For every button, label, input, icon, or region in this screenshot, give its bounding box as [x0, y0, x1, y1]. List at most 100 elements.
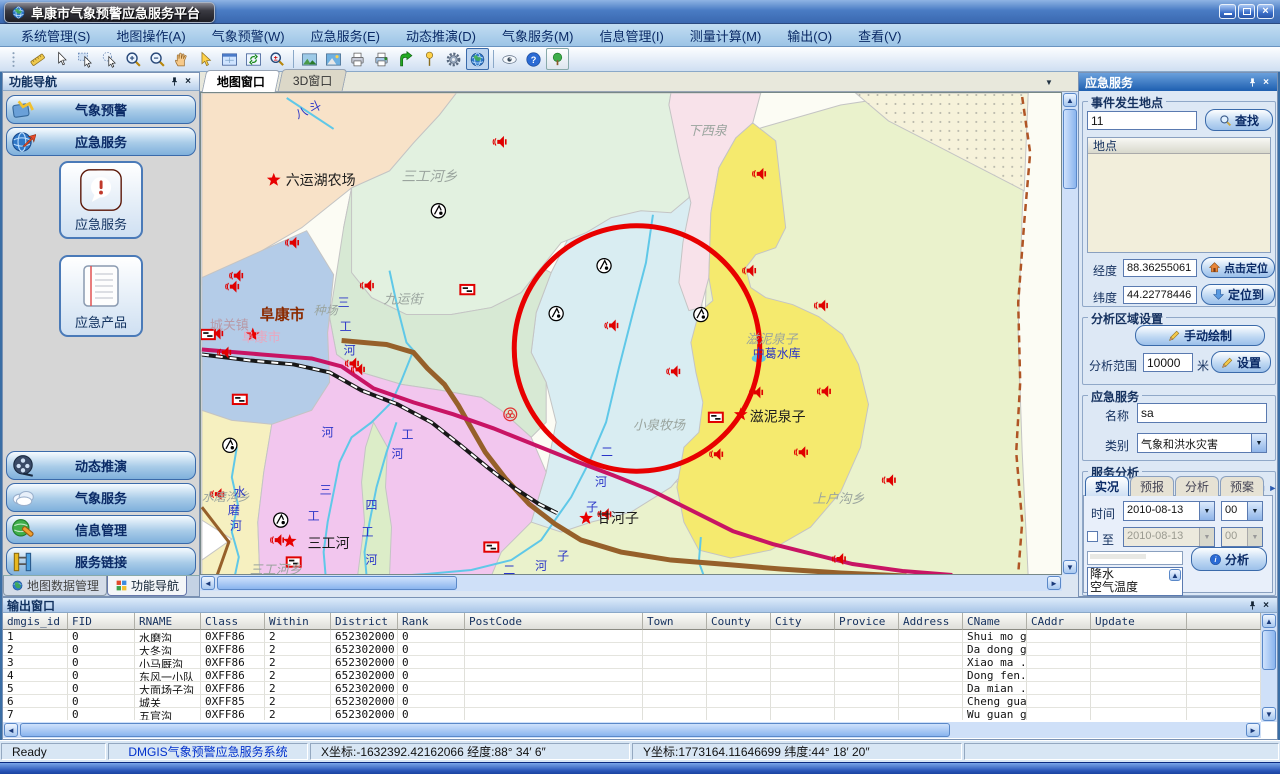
analyze-button[interactable]: 分析 — [1191, 547, 1267, 571]
sidebar-group-service-links[interactable]: 服务链接 — [6, 547, 196, 576]
close-icon[interactable]: × — [1259, 76, 1273, 89]
select-cursor-2-button[interactable] — [98, 48, 121, 70]
close-icon[interactable]: × — [181, 75, 195, 88]
column-header[interactable]: PostCode — [465, 613, 643, 630]
map-vertical-scrollbar[interactable]: ▲ ▼ — [1062, 92, 1078, 575]
column-header[interactable]: CName — [963, 613, 1027, 630]
pointer-button[interactable] — [194, 48, 217, 70]
pin-icon[interactable] — [1245, 76, 1259, 89]
placemark-button[interactable] — [418, 48, 441, 70]
column-header[interactable]: FID — [68, 613, 135, 630]
tab-预案[interactable]: 预案 — [1220, 476, 1264, 496]
table-row[interactable]: 60城关0XFF8526523020000Cheng guan — [3, 695, 1261, 708]
green-arrow-button[interactable] — [394, 48, 417, 70]
table-row[interactable]: 50大面场子沟0XFF8626523020000Da mian ... — [3, 682, 1261, 695]
table-row[interactable]: 70五官沟0XFF8626523020000Wu guan gou — [3, 708, 1261, 720]
locate-to-button[interactable]: 定位到 — [1201, 284, 1275, 305]
column-header[interactable]: Address — [899, 613, 963, 630]
scrollbar-thumb[interactable] — [1063, 109, 1077, 189]
eye-visibility-button[interactable] — [498, 48, 521, 70]
sidebar-group-weather-warning[interactable]: 气象预警 — [6, 95, 196, 124]
column-header[interactable]: Provice — [835, 613, 899, 630]
output-horizontal-scrollbar[interactable]: ◄ ► — [3, 722, 1261, 738]
longitude-field[interactable] — [1123, 259, 1197, 277]
scroll-left-icon[interactable]: ◄ — [201, 576, 215, 590]
chevron-down-icon[interactable]: ▼ — [1199, 502, 1214, 520]
menu-item[interactable]: 输出(O) — [774, 23, 845, 48]
column-header[interactable]: Class — [201, 613, 265, 630]
column-header[interactable]: CAddr — [1027, 613, 1091, 630]
service-type-select[interactable]: 气象和洪水灾害 ▼ — [1137, 433, 1267, 453]
tab-实况[interactable]: 实况 — [1085, 476, 1129, 496]
column-header[interactable]: RNAME — [135, 613, 201, 630]
menu-item[interactable]: 气象服务(M) — [489, 23, 587, 48]
minimize-button[interactable] — [1219, 4, 1236, 19]
map-tab-3d[interactable]: 3D窗口 — [278, 69, 348, 91]
column-header[interactable]: Within — [265, 613, 331, 630]
service-name-input[interactable] — [1137, 403, 1267, 423]
print-button[interactable] — [346, 48, 369, 70]
hour-to-select[interactable]: 00 ▼ — [1221, 527, 1263, 547]
pin-icon[interactable] — [167, 75, 181, 88]
export-map-button[interactable] — [322, 48, 345, 70]
full-extent-button[interactable] — [218, 48, 241, 70]
map-tab-dropdown-icon[interactable]: ▼ — [1042, 76, 1056, 89]
help-button[interactable] — [522, 48, 545, 70]
close-icon[interactable]: × — [1259, 599, 1273, 612]
menu-item[interactable]: 地图操作(A) — [103, 23, 198, 48]
scroll-up-icon[interactable]: ▲ — [1169, 569, 1181, 581]
menu-item[interactable]: 信息管理(I) — [587, 23, 677, 48]
marquee-select-button[interactable] — [74, 48, 97, 70]
sidebar-group-emergency-service[interactable]: 应急服务 — [6, 127, 196, 156]
tab-预报[interactable]: 预报 — [1130, 476, 1174, 496]
menu-item[interactable]: 应急服务(E) — [298, 23, 393, 48]
map-horizontal-scrollbar[interactable]: ◄ ► — [200, 575, 1062, 591]
date-to-select[interactable]: 2010-08-13 ▼ — [1123, 527, 1215, 547]
restore-button[interactable] — [1238, 4, 1255, 19]
export-image-button[interactable] — [298, 48, 321, 70]
menu-item[interactable]: 测量计算(M) — [677, 23, 775, 48]
column-header[interactable]: District — [331, 613, 398, 630]
latitude-field[interactable] — [1123, 286, 1197, 304]
tab-map-data-management[interactable]: 地图数据管理 — [3, 576, 107, 596]
scroll-right-icon[interactable]: ► — [1047, 576, 1061, 590]
column-header[interactable]: dmgis_id — [3, 613, 68, 630]
sidebar-group-dynamic-deduction[interactable]: 动态推演 — [6, 451, 196, 480]
select-cursor-button[interactable] — [50, 48, 73, 70]
column-header[interactable]: Rank — [398, 613, 465, 630]
globe-3d-button[interactable] — [466, 48, 489, 70]
column-header[interactable]: Town — [643, 613, 707, 630]
manual-draw-button[interactable]: 手动绘制 — [1135, 325, 1265, 346]
menu-item[interactable]: 系统管理(S) — [8, 23, 103, 48]
sidebar-group-weather-service[interactable]: 气象服务 — [6, 483, 196, 512]
scroll-up-icon[interactable]: ▲ — [1063, 93, 1077, 107]
menu-item[interactable]: 查看(V) — [845, 23, 914, 48]
table-row[interactable]: 10水磨沟0XFF8626523020000Shui mo gou — [3, 630, 1261, 643]
table-row[interactable]: 20大冬沟0XFF8626523020000Da dong gou — [3, 643, 1261, 656]
tree-layer-button[interactable] — [546, 48, 569, 70]
column-header[interactable]: City — [771, 613, 835, 630]
tab-分析[interactable]: 分析 — [1175, 476, 1219, 496]
map-canvas[interactable]: 八 斗六运湖农场三工河乡下西泉九运街阜康市种场城关镇阜康市滋泥泉子中葛水库滋泥泉… — [200, 92, 1062, 575]
emergency-product-button[interactable]: 应急产品 — [59, 255, 143, 337]
close-button[interactable]: × — [1257, 4, 1274, 19]
print-preview-button[interactable] — [370, 48, 393, 70]
scroll-down-icon[interactable]: ▼ — [1063, 560, 1077, 574]
chevron-down-icon[interactable]: ▼ — [1251, 434, 1266, 452]
menu-item[interactable]: 动态推演(D) — [393, 23, 489, 48]
sidebar-group-info-management[interactable]: 信息管理 — [6, 515, 196, 544]
scrollbar-thumb[interactable] — [1262, 630, 1276, 670]
list-item[interactable]: 空气温度 — [1088, 581, 1182, 594]
date-select[interactable]: 2010-08-13 ▼ — [1123, 501, 1215, 521]
scroll-left-icon[interactable]: ◄ — [4, 723, 18, 737]
column-header[interactable]: County — [707, 613, 771, 630]
set-button[interactable]: 设置 — [1211, 351, 1271, 373]
search-button[interactable]: 查找 — [1205, 109, 1273, 131]
menu-item[interactable]: 气象预警(W) — [199, 23, 298, 48]
tab-function-navigation[interactable]: 功能导航 — [107, 576, 187, 596]
scroll-up-icon[interactable]: ▲ — [1262, 614, 1276, 628]
pin-icon[interactable] — [1245, 599, 1259, 612]
zoom-scale-button[interactable] — [266, 48, 289, 70]
output-vertical-scrollbar[interactable]: ▲ ▼ — [1261, 613, 1277, 722]
table-row[interactable]: 30小马厩沟0XFF8626523020000Xiao ma ... — [3, 656, 1261, 669]
